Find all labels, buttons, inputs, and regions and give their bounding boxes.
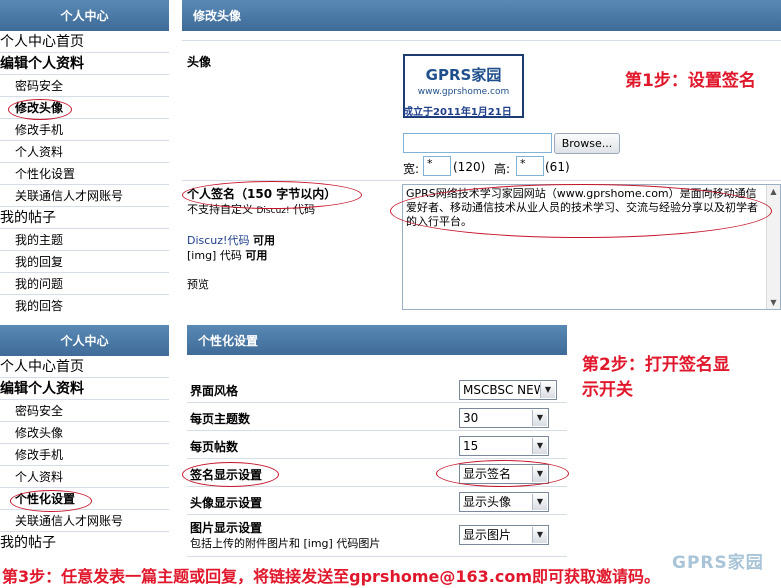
sidebar-item-my-answers[interactable]: 我的回答 — [0, 295, 169, 317]
chevron-down-icon[interactable]: ▼ — [532, 527, 547, 543]
signature-select-value: 显示签名 — [463, 467, 512, 481]
sidebar-menu-bottom: 个人中心首页 编辑个人资料 密码安全 修改头像 修改手机 个人资料 个性化设置 … — [0, 356, 169, 554]
discuz-code-allowed: 可用 — [252, 234, 275, 247]
chevron-down-icon[interactable]: ▼ — [532, 466, 547, 482]
textarea-scrollbar[interactable]: ▲ ▼ — [766, 185, 780, 309]
sidebar-item-password-2[interactable]: 密码安全 — [0, 400, 169, 422]
img-code-line: [img] 代码 可用 — [187, 247, 267, 263]
scroll-up-icon[interactable]: ▲ — [767, 185, 780, 198]
logo-date: 成立于2011年1月21日 — [403, 107, 512, 118]
signature-select[interactable]: 显示签名 ▼ — [459, 464, 549, 484]
content-divider — [182, 40, 781, 41]
sidebar-item-home-2[interactable]: 个人中心首页 — [0, 356, 169, 378]
setting-label-avatar: 头像显示设置 — [190, 496, 263, 510]
watermark: GPRS家园 — [672, 553, 764, 573]
sidebar-menu-top: 个人中心首页 编辑个人资料 密码安全 修改头像 修改手机 个人资料 个性化设置 … — [0, 31, 169, 317]
sidebar-item-phone[interactable]: 修改手机 — [0, 119, 169, 141]
sidebar-item-home[interactable]: 个人中心首页 — [0, 31, 169, 53]
sidebar-item-my-posts[interactable]: 我的帖子 — [0, 207, 169, 229]
sidebar-item-avatar[interactable]: 修改头像 — [0, 97, 169, 119]
signature-text: GPRS网络技术学习家园网站（www.gprshome.com）是面向移动通信爱… — [406, 187, 758, 228]
image-setting-note: 包括上传的附件图片和 [img] 代码图片 — [190, 537, 381, 550]
avatar-label: 头像 — [187, 55, 212, 69]
step2-annotation-line1: 第2步：打开签名显 — [582, 355, 730, 375]
setting-label-signature: 签名显示设置 — [190, 468, 263, 482]
setting-label-topics: 每页主题数 — [190, 412, 251, 426]
preview-link[interactable]: 预览 — [187, 276, 209, 292]
signature-note: 不支持自定义 Discuz! 代码 — [187, 201, 315, 217]
signature-note-suffix: 代码 — [293, 203, 316, 216]
sidebar-header-bottom: 个人中心 — [0, 325, 169, 356]
avatar-file-input[interactable] — [403, 133, 552, 153]
chevron-down-icon[interactable]: ▼ — [532, 438, 547, 454]
chevron-down-icon[interactable]: ▼ — [532, 494, 547, 510]
posts-select[interactable]: 15 ▼ — [459, 436, 549, 456]
style-select[interactable]: MSCBSC NEW ▼ — [459, 380, 557, 400]
posts-select-value: 15 — [463, 439, 479, 453]
browse-button[interactable]: Browse... — [554, 133, 620, 154]
topics-select-value: 30 — [463, 411, 479, 425]
sidebar-item-edit-profile[interactable]: 编辑个人资料 — [0, 53, 169, 75]
sidebar-item-personalize[interactable]: 个性化设置 — [0, 163, 169, 185]
content-header-bottom: 个性化设置 — [187, 325, 567, 355]
width-label: 宽: — [403, 162, 420, 176]
sidebar-item-profile[interactable]: 个人资料 — [0, 141, 169, 163]
sidebar-item-linked-account[interactable]: 关联通信人才网账号 — [0, 185, 169, 207]
sidebar-item-my-topics[interactable]: 我的主题 — [0, 229, 169, 251]
img-code-allowed: 可用 — [245, 249, 268, 262]
avatar-select[interactable]: 显示头像 ▼ — [459, 492, 549, 512]
sidebar-item-linked-account-2[interactable]: 关联通信人才网账号 — [0, 510, 169, 532]
setting-label-style: 界面风格 — [190, 384, 239, 398]
style-select-value: MSCBSC NEW — [463, 383, 546, 397]
image-select[interactable]: 显示图片 ▼ — [459, 525, 549, 545]
width-hint: (120) — [453, 160, 486, 174]
width-input[interactable]: * — [423, 156, 451, 176]
logo-title: GPRS家园 — [425, 66, 502, 84]
sidebar-item-profile-2[interactable]: 个人资料 — [0, 466, 169, 488]
height-hint: (61) — [545, 160, 570, 174]
step3-annotation: 第3步：任意发表一篇主题或回复，将链接发送至gprshome@163.com即可… — [2, 567, 660, 586]
topics-select[interactable]: 30 ▼ — [459, 408, 549, 428]
discuz-code-label: Discuz!代码 — [187, 234, 250, 247]
signature-note-prefix: 不支持自定义 — [187, 203, 253, 216]
sidebar-item-my-questions[interactable]: 我的问题 — [0, 273, 169, 295]
height-label: 高: — [494, 162, 511, 176]
step1-annotation: 第1步：设置签名 — [625, 71, 756, 91]
step2-annotation-line2: 示开关 — [582, 380, 633, 400]
sidebar-item-my-posts-2[interactable]: 我的帖子 — [0, 532, 169, 554]
sidebar-item-password[interactable]: 密码安全 — [0, 75, 169, 97]
setting-label-posts: 每页帖数 — [190, 440, 239, 454]
content-header-top: 修改头像 — [182, 0, 781, 31]
form-divider — [182, 180, 781, 181]
logo-url: www.gprshome.com — [417, 87, 510, 97]
sidebar-header-top: 个人中心 — [0, 0, 169, 31]
image-select-value: 显示图片 — [463, 528, 512, 542]
chevron-down-icon[interactable]: ▼ — [532, 410, 547, 426]
signature-textarea[interactable]: GPRS网络技术学习家园网站（www.gprshome.com）是面向移动通信爱… — [402, 184, 781, 310]
sidebar-item-phone-2[interactable]: 修改手机 — [0, 444, 169, 466]
signature-label: 个人签名（150 字节以内） — [187, 187, 337, 201]
setting-label-image: 图片显示设置 — [190, 521, 263, 535]
sidebar-item-edit-profile-2[interactable]: 编辑个人资料 — [0, 378, 169, 400]
sidebar-item-avatar-2[interactable]: 修改头像 — [0, 422, 169, 444]
img-code-label: [img] 代码 — [187, 249, 242, 262]
sidebar-item-personalize-2[interactable]: 个性化设置 — [0, 488, 169, 510]
avatar-select-value: 显示头像 — [463, 495, 512, 509]
signature-note-discuz: Discuz! — [256, 206, 290, 216]
chevron-down-icon[interactable]: ▼ — [540, 382, 555, 398]
sidebar-item-my-replies[interactable]: 我的回复 — [0, 251, 169, 273]
scroll-down-icon[interactable]: ▼ — [767, 296, 780, 309]
discuz-code-line: Discuz!代码 可用 — [187, 232, 275, 248]
height-input[interactable]: * — [516, 156, 544, 176]
